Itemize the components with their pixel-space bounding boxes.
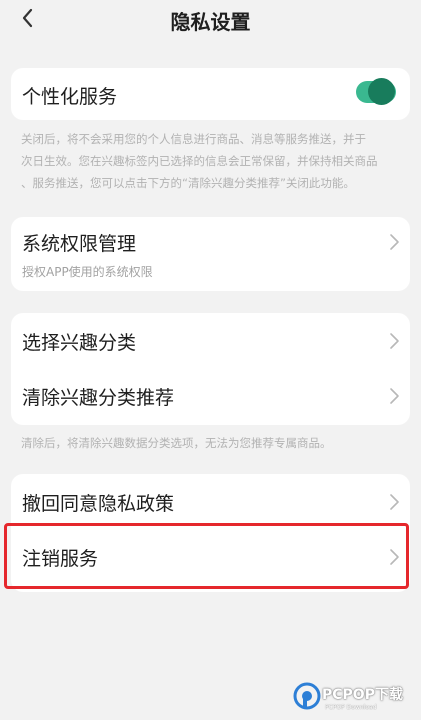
toggle-knob [368, 78, 395, 105]
withdraw-privacy-row[interactable]: 撤回同意隐私政策 [11, 474, 410, 528]
interest-note: 清除后，将清除兴趣数据分类选项，无法为您推荐专属商品。 [21, 436, 332, 450]
note-line: 次日生效。您在兴趣标签内已选择的信息会正常保留，并保持相关商品 [21, 154, 378, 168]
pcpop-logo-icon [293, 682, 321, 710]
system-permissions-label: 系统权限管理 [22, 233, 137, 255]
clear-interest-label: 清除兴趣分类推荐 [22, 387, 175, 409]
note-line: 、服务推送，您可以点击下方的“清除兴趣分类推荐”关闭此功能。 [21, 176, 355, 190]
select-interest-row[interactable]: 选择兴趣分类 [11, 313, 410, 369]
select-interest-label: 选择兴趣分类 [22, 332, 137, 354]
page-title: 隐私设置 [170, 10, 251, 34]
account-card: 撤回同意隐私政策 注销服务 [11, 474, 410, 592]
system-permissions-card: 系统权限管理 授权APP使用的系统权限 [11, 217, 410, 291]
personalization-toggle[interactable] [356, 78, 396, 105]
chevron-right-icon [390, 494, 399, 510]
personalization-note: 关闭后，将不会采用您的个人信息进行商品、消息等服务推送，并于 次日生效。您在兴趣… [21, 128, 401, 194]
clear-interest-row[interactable]: 清除兴趣分类推荐 [11, 369, 410, 425]
cancel-service-label: 注销服务 [22, 548, 99, 570]
header: 隐私设置 [0, 0, 421, 40]
cancel-service-row[interactable]: 注销服务 [11, 530, 410, 590]
watermark-text: PCPOP下载 [322, 687, 403, 703]
chevron-right-icon [390, 549, 399, 565]
note-line: 关闭后，将不会采用您的个人信息进行商品、消息等服务推送，并于 [21, 132, 366, 146]
personalization-label: 个性化服务 [22, 86, 118, 108]
chevron-right-icon [390, 388, 399, 404]
interest-card: 选择兴趣分类 清除兴趣分类推荐 [11, 313, 410, 425]
chevron-right-icon [390, 333, 399, 349]
watermark: PCPOP下载 PCPOP Download [290, 677, 418, 717]
chevron-right-icon [390, 234, 399, 250]
system-permissions-row[interactable]: 系统权限管理 授权APP使用的系统权限 [11, 217, 410, 291]
withdraw-privacy-label: 撤回同意隐私政策 [22, 493, 175, 515]
personalization-card: 个性化服务 [11, 68, 410, 120]
system-permissions-sub: 授权APP使用的系统权限 [22, 265, 153, 279]
watermark-sub: PCPOP Download [325, 704, 377, 711]
